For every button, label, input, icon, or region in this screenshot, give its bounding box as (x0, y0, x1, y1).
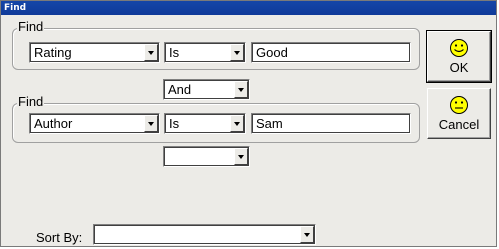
field-select-1[interactable]: Rating (29, 42, 160, 63)
find-group-1-legend: Find (17, 19, 45, 34)
ok-button-label: OK (449, 60, 469, 75)
value-input-1[interactable] (251, 42, 411, 63)
chevron-down-icon[interactable] (144, 44, 158, 61)
operator-select-2-value: Is (169, 116, 180, 131)
find-dialog: Find Find Rating Is And Find Author Is S… (0, 0, 497, 247)
field-select-1-value: Rating (34, 45, 72, 60)
cancel-button-label: Cancel (438, 117, 480, 132)
sort-by-select[interactable] (93, 224, 316, 245)
connector-select-1[interactable]: And (163, 79, 250, 100)
chevron-down-icon[interactable] (234, 81, 248, 98)
sort-by-label: Sort By: (36, 230, 83, 245)
chevron-down-icon[interactable] (230, 115, 244, 132)
field-select-2-value: Author (34, 116, 73, 131)
connector-select-1-value: And (168, 82, 192, 97)
ok-button[interactable]: OK (426, 30, 492, 83)
smiley-icon (450, 39, 468, 57)
chevron-down-icon[interactable] (300, 226, 314, 243)
connector-select-2[interactable] (163, 146, 250, 167)
neutral-face-icon (450, 96, 468, 114)
field-select-2[interactable]: Author (29, 113, 160, 134)
operator-select-1-value: Is (169, 45, 180, 60)
chevron-down-icon[interactable] (144, 115, 158, 132)
chevron-down-icon[interactable] (230, 44, 244, 61)
chevron-down-icon[interactable] (234, 148, 248, 165)
window-title: Find (1, 1, 496, 15)
operator-select-1[interactable]: Is (164, 42, 246, 63)
operator-select-2[interactable]: Is (164, 113, 246, 134)
find-group-2-legend: Find (17, 94, 45, 109)
value-input-2[interactable] (251, 113, 411, 134)
cancel-button[interactable]: Cancel (427, 88, 491, 139)
